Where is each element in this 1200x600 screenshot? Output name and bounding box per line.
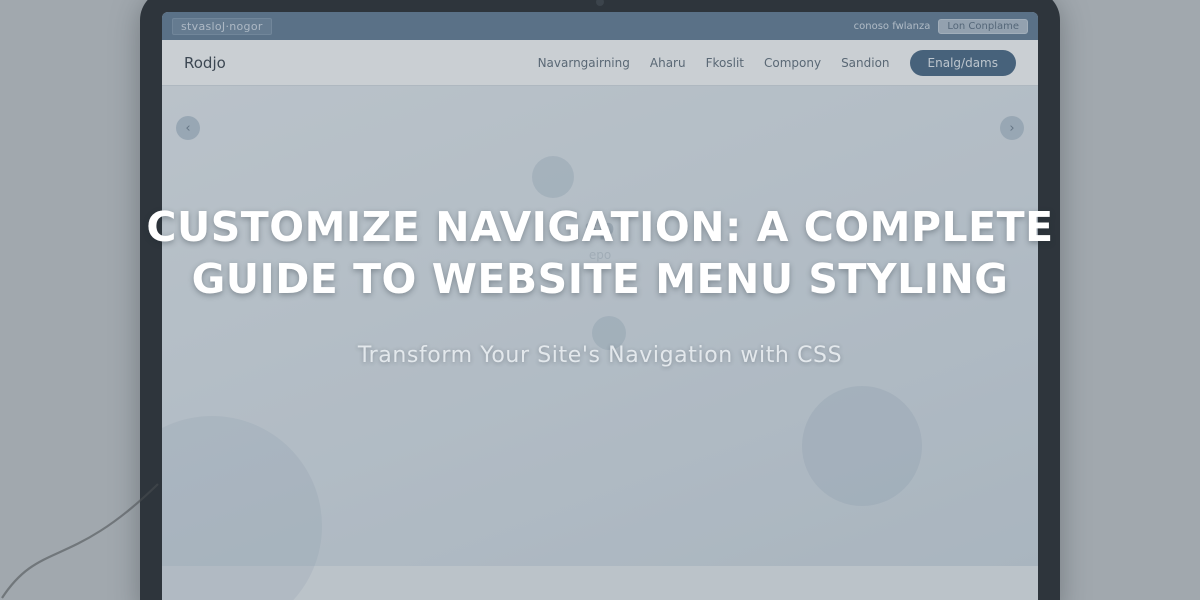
- overlay-title: CUSTOMIZE NAVIGATION: A COMPLETE GUIDE T…: [90, 202, 1110, 305]
- text-overlay: CUSTOMIZE NAVIGATION: A COMPLETE GUIDE T…: [0, 0, 1200, 600]
- overlay-subtitle: Transform Your Site's Navigation with CS…: [358, 343, 842, 368]
